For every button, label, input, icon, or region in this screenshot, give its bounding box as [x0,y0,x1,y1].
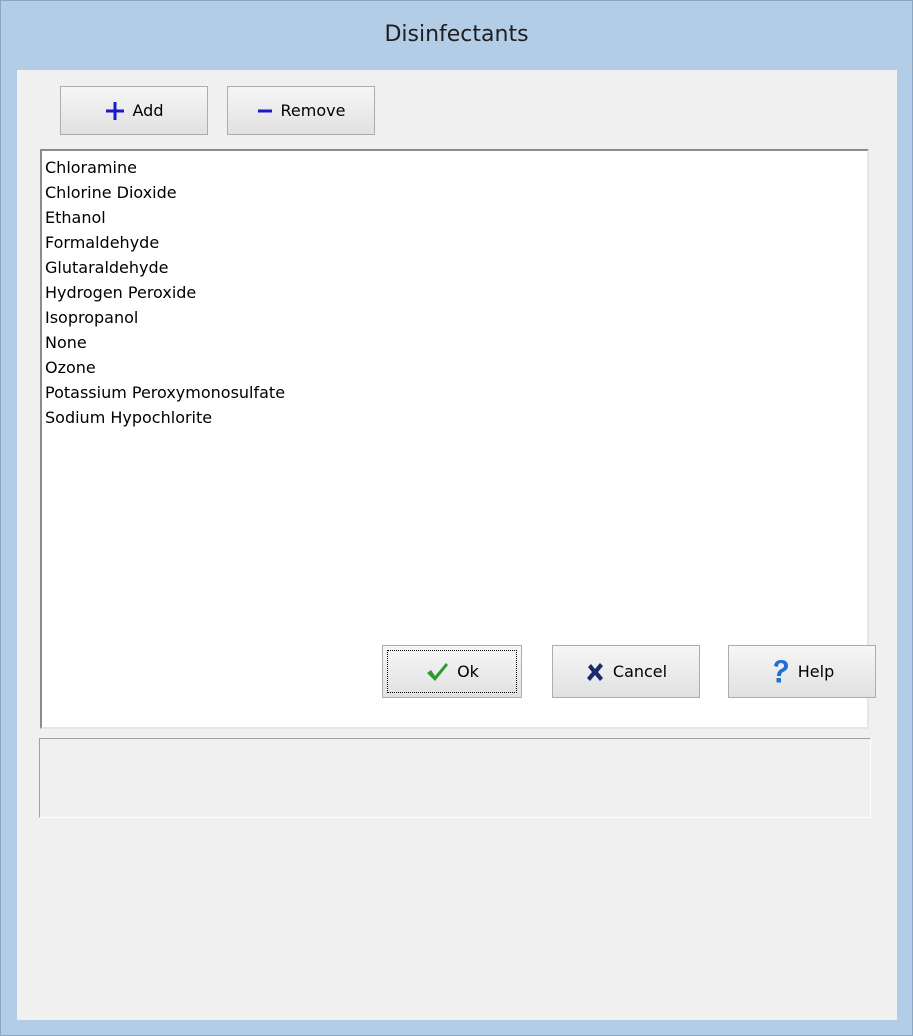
list-item[interactable]: Potassium Peroxymonosulfate [45,380,864,405]
question-icon [773,659,788,682]
disinfectants-list[interactable]: Chloramine Chlorine Dioxide Ethanol Form… [40,149,869,729]
list-item[interactable]: Chloramine [45,155,864,180]
ok-button[interactable]: Ok [382,645,522,698]
ok-focus-rect: Ok [387,650,517,693]
add-button[interactable]: Add [60,86,208,135]
dialog-window: Disinfectants Add Remove Chloramine Chlo… [0,0,913,1036]
list-item[interactable]: Isopropanol [45,305,864,330]
list-item[interactable]: Glutaraldehyde [45,255,864,280]
list-item[interactable]: Hydrogen Peroxide [45,280,864,305]
list-item[interactable]: Formaldehyde [45,230,864,255]
help-button[interactable]: Help [728,645,876,698]
ok-button-label: Ok [457,662,479,681]
window-title: Disinfectants [384,22,529,47]
list-item[interactable]: Ethanol [45,205,864,230]
cancel-button[interactable]: Cancel [552,645,700,698]
cancel-button-label: Cancel [612,662,668,681]
list-item[interactable]: Ozone [45,355,864,380]
list-item[interactable]: None [45,330,864,355]
dialog-body: Add Remove Chloramine Chlorine Dioxide E… [17,69,897,1020]
help-button-label: Help [797,662,835,681]
minus-icon [257,109,272,112]
list-item[interactable]: Chlorine Dioxide [45,180,864,205]
remove-button-label: Remove [280,101,346,120]
add-button-label: Add [132,101,164,120]
list-item[interactable]: Sodium Hypochlorite [45,405,864,430]
plus-icon [105,101,124,120]
x-icon [586,662,603,681]
button-panel [39,738,871,818]
remove-button[interactable]: Remove [227,86,375,135]
checkmark-icon [427,662,449,681]
